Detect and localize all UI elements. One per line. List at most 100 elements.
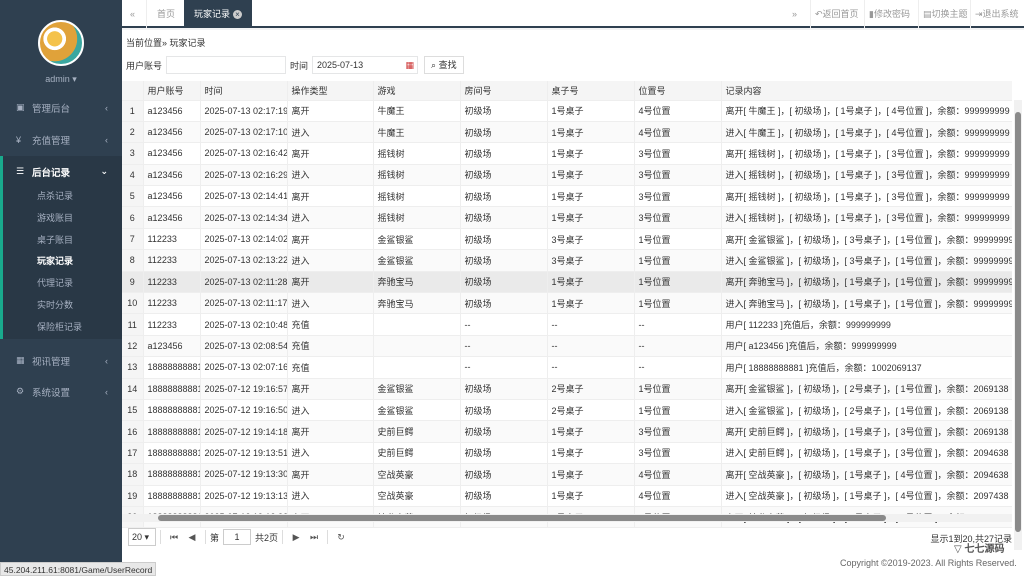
sidebar-item-settings[interactable]: ⚙ 系统设置 ‹ (0, 376, 122, 407)
page-number-input[interactable]: 1 (223, 529, 252, 545)
table-row[interactable]: 9 112233 2025-07-13 02:11:28 离开 奔驰宝马 初级场 1号桌子 1… (122, 271, 1012, 294)
table-cell: 1号桌子 (547, 142, 635, 165)
submenu-item-kill-records[interactable]: 点杀记录 (3, 186, 122, 208)
column-header[interactable]: 游戏 (373, 81, 461, 101)
table-cell: 2025-07-13 02:16:29 (200, 164, 288, 187)
table-row[interactable]: 18 18888888881 2025-07-12 19:13:30 离开 空战英豪 初级… (122, 463, 1012, 486)
page-size-select[interactable]: 20 ▾ (128, 528, 156, 546)
table-row[interactable]: 11 112233 2025-07-13 02:10:48 充值 -- -- -- 用户[ 1… (122, 313, 1012, 336)
time-label: 时间 (290, 60, 309, 71)
submenu-item-realtime-scores[interactable]: 实时分数 (3, 295, 122, 317)
date-input[interactable]: 2025-07-13 ▦ (312, 56, 419, 74)
submenu-item-game-accounts[interactable]: 游戏账目 (3, 208, 122, 230)
table-row[interactable]: 1 a123456 2025-07-13 02:17:19 离开 牛魔王 初级场 1号桌子 4… (122, 100, 1012, 122)
sidebar-item-admin[interactable]: ▣ 管理后台 ‹ (0, 92, 122, 123)
table-row[interactable]: 8 112233 2025-07-13 02:13:22 进入 金鲨银鲨 初级场 3号桌子 1… (122, 249, 1012, 272)
account-label: 用户账号 (126, 60, 163, 71)
submenu-item-safe-records[interactable]: 保险柜记录 (3, 317, 122, 339)
column-header[interactable]: 房间号 (460, 81, 548, 101)
table-cell (373, 335, 461, 358)
close-icon[interactable]: × (233, 10, 243, 19)
avatar[interactable] (38, 20, 84, 66)
logout-button[interactable]: ⇥退出系统 (970, 0, 1023, 28)
table-cell: 牛魔王 (373, 121, 461, 144)
column-header[interactable]: 位置号 (634, 81, 722, 101)
prev-page-icon[interactable]: ◀ (183, 532, 201, 543)
table-row[interactable]: 3 a123456 2025-07-13 02:16:42 离开 摇钱树 初级场 1号桌子 3… (122, 142, 1012, 165)
table-row[interactable]: 13 18888888881 2025-07-13 02:07:16 充值 -- -- --… (122, 356, 1012, 379)
table-cell: 空战英豪 (373, 485, 461, 507)
row-number: 10 (122, 292, 144, 315)
table-cell: 2025-07-13 02:11:17 (200, 292, 288, 315)
table-cell: 空战英豪 (373, 463, 461, 486)
table-row[interactable]: 2 a123456 2025-07-13 02:17:10 进入 牛魔王 初级场 1号桌子 4… (122, 121, 1012, 144)
tab-player-records[interactable]: 玩家记录 × (184, 0, 253, 28)
table-cell: 进入 (287, 249, 374, 272)
table-cell: 进入 (287, 292, 374, 315)
table-cell: -- (634, 313, 722, 336)
table-row[interactable]: 7 112233 2025-07-13 02:14:02 离开 金鲨银鲨 初级场 3号桌子 1… (122, 228, 1012, 251)
sidebar-item-records[interactable]: ☰ 后台记录 ⌄ (0, 156, 122, 187)
next-page-icon[interactable]: ▶ (287, 532, 305, 543)
table-cell: -- (460, 335, 548, 358)
column-header[interactable]: 用户账号 (143, 81, 201, 101)
horizontal-scrollbar[interactable] (122, 514, 1012, 522)
table-row[interactable]: 6 a123456 2025-07-13 02:14:34 进入 摇钱树 初级场 1号桌子 3… (122, 206, 1012, 229)
user-menu[interactable]: admin ▾ (0, 74, 122, 85)
column-header[interactable]: 桌子号 (547, 81, 635, 101)
table-body: 1 a123456 2025-07-13 02:17:19 离开 牛魔王 初级场 1号桌子 4… (122, 100, 1012, 529)
calendar-icon[interactable]: ▦ (406, 57, 415, 73)
sidebar-item-label: 系统设置 (32, 387, 71, 399)
table-cell: 1号桌子 (547, 206, 635, 229)
table-cell: 3号位置 (634, 206, 722, 229)
table-cell: 1号位置 (634, 271, 722, 294)
table-row[interactable]: 4 a123456 2025-07-13 02:16:29 进入 摇钱树 初级场 1号桌子 3… (122, 164, 1012, 187)
table-row[interactable]: 19 18888888881 2025-07-12 19:13:13 进入 空战英豪 初级… (122, 485, 1012, 507)
table-cell: 3号位置 (634, 442, 722, 465)
submenu-item-player-records[interactable]: 玩家记录 (3, 251, 122, 273)
vertical-scrollbar[interactable] (1014, 100, 1022, 550)
table-row[interactable]: 5 a123456 2025-07-13 02:14:41 离开 摇钱树 初级场 1号桌子 3… (122, 185, 1012, 208)
submenu-records: 点杀记录 游戏账目 桌子账目 玩家记录 代理记录 实时分数 保险柜记录 (0, 186, 122, 339)
search-button[interactable]: ⌕ 查找 (424, 56, 464, 74)
switch-theme-button[interactable]: ▤切换主题 (918, 0, 972, 28)
tabs-scroll-right-button[interactable]: » (792, 0, 797, 28)
sidebar-item-recharge[interactable]: ¥ 充值管理 ‹ (0, 124, 122, 155)
scroll-thumb[interactable] (1015, 112, 1021, 532)
change-password-button[interactable]: ▮修改密码 (864, 0, 914, 28)
sidebar-item-label: 管理后台 (32, 103, 71, 115)
column-header[interactable] (122, 81, 144, 101)
table-row[interactable]: 15 18888888881 2025-07-12 19:16:50 进入 金鲨银鲨 初级… (122, 399, 1012, 422)
column-header[interactable]: 记录内容 (721, 81, 1012, 101)
row-number: 7 (122, 228, 144, 251)
pagination: 20 ▾ ⏮ ◀ 第 1 共2页 ▶ ⏭ ↻ (128, 527, 350, 547)
table-cell: 18888888881 (143, 399, 201, 422)
submenu-item-agent-records[interactable]: 代理记录 (3, 273, 122, 295)
refresh-icon[interactable]: ↻ (332, 532, 350, 543)
tab-home[interactable]: 首页 (146, 0, 187, 28)
table-row[interactable]: 14 18888888881 2025-07-12 19:16:57 离开 金鲨银鲨 初级… (122, 378, 1012, 400)
submenu-item-table-accounts[interactable]: 桌子账目 (3, 230, 122, 252)
table-cell: -- (547, 335, 635, 358)
column-header[interactable]: 操作类型 (287, 81, 374, 101)
back-home-button[interactable]: ↶返回首页 (810, 0, 863, 28)
table-row[interactable]: 12 a123456 2025-07-13 02:08:54 充值 -- -- -- 用户[ … (122, 335, 1012, 358)
table-cell: 112233 (143, 271, 201, 294)
table-cell: -- (460, 313, 548, 336)
table-row[interactable]: 10 112233 2025-07-13 02:11:17 进入 奔驰宝马 初级场 1号桌子… (122, 292, 1012, 315)
first-page-icon[interactable]: ⏮ (165, 532, 183, 543)
table-cell: 2025-07-13 02:10:48 (200, 313, 288, 336)
table-row[interactable]: 16 18888888881 2025-07-12 19:14:18 离开 史前巨鳄 初级… (122, 420, 1012, 443)
sidebar-item-video[interactable]: ▦ 视讯管理 ‹ (0, 345, 122, 376)
table-cell: a123456 (143, 100, 201, 122)
divider (327, 530, 329, 544)
table-cell: 离开 (287, 271, 374, 294)
table-cell: 进入[ 史前巨鳄 ]，[ 初级场 ]，[ 1号桌子 ]，[ 3号位置 ]，余额：… (721, 442, 1012, 465)
table-row[interactable]: 17 18888888881 2025-07-12 19:13:51 进入 史前巨鳄 初级… (122, 442, 1012, 465)
column-header[interactable]: 时间 (200, 81, 288, 101)
tabs-scroll-left-button[interactable]: « (130, 0, 135, 28)
scroll-thumb[interactable] (158, 515, 886, 521)
table-cell: 1号位置 (634, 292, 722, 315)
last-page-icon[interactable]: ⏭ (305, 532, 323, 543)
account-input[interactable] (166, 56, 287, 74)
